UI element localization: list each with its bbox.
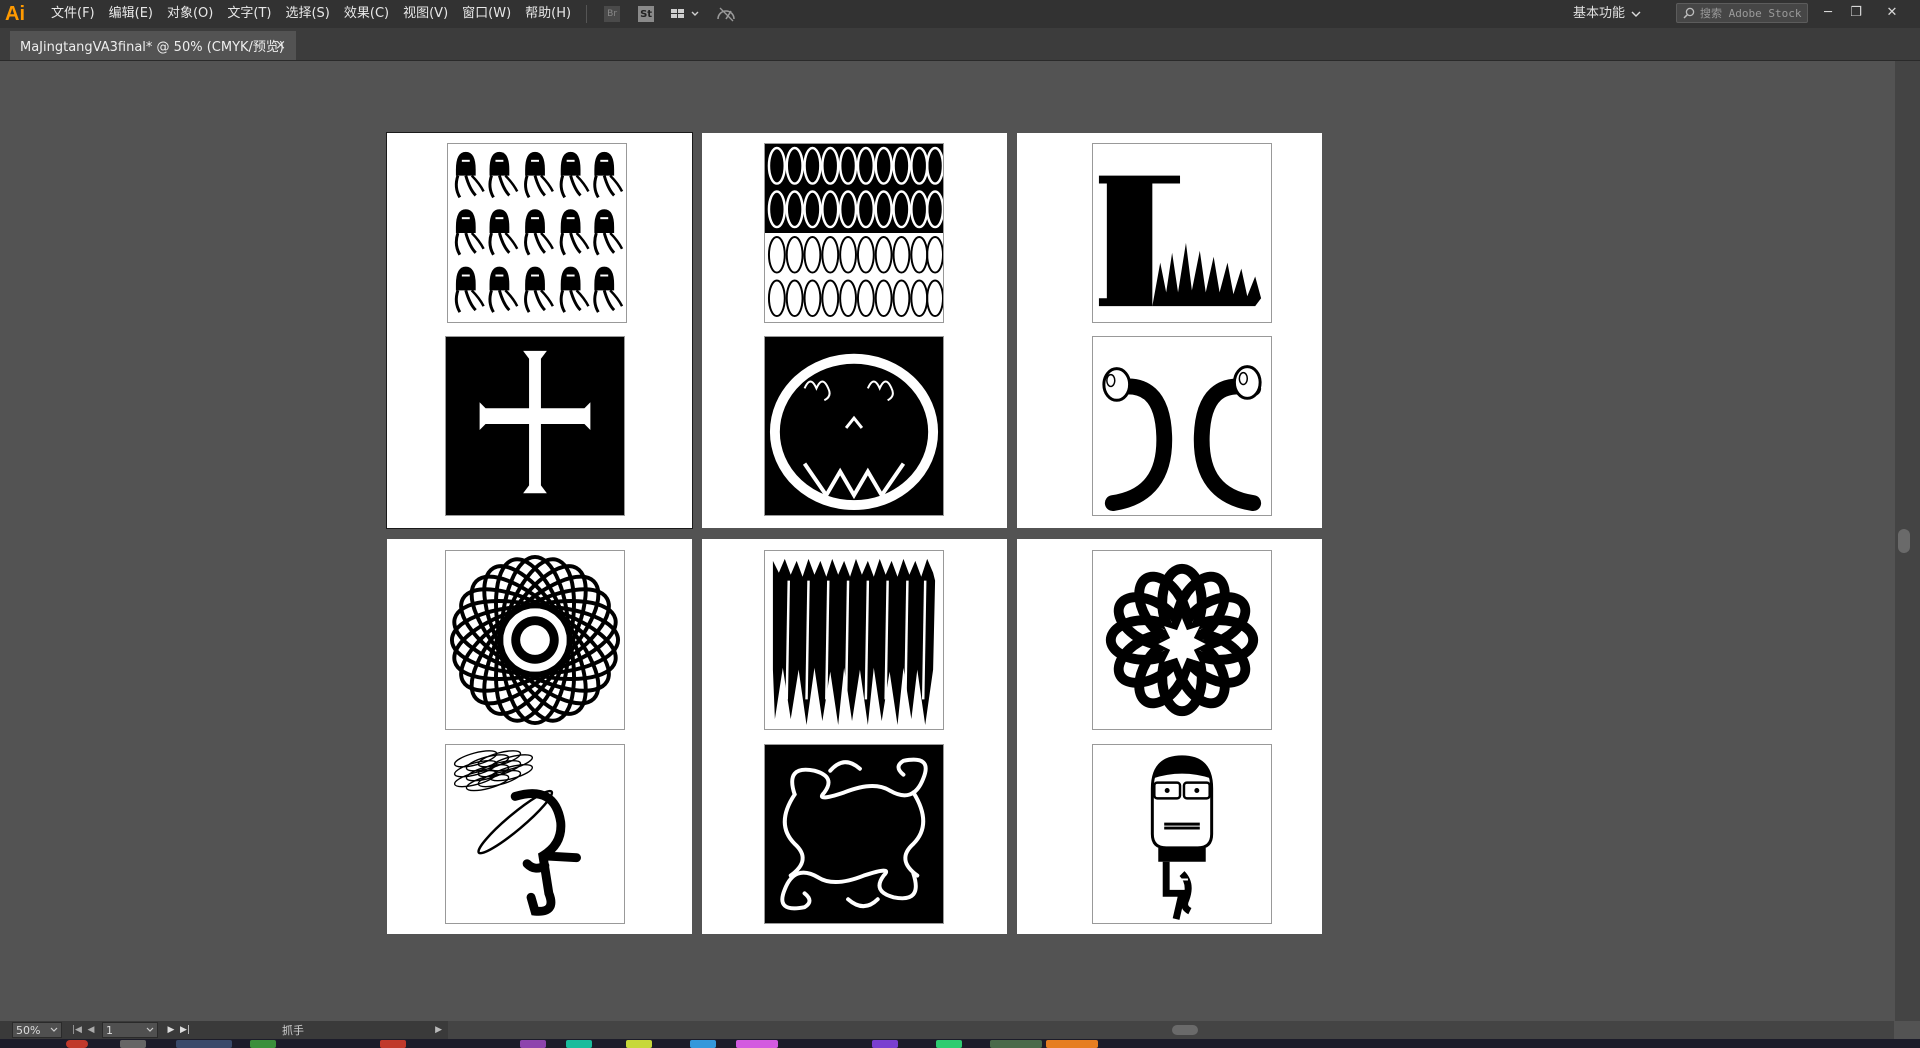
close-window-button[interactable]: ✕ xyxy=(1878,0,1906,24)
tile-zigzag-pattern xyxy=(764,550,944,730)
menu-effect[interactable]: 效果(C) xyxy=(337,0,396,28)
status-bar: 50% |◀ ◀ 1 ▶ ▶| 抓手 ▶ xyxy=(0,1021,448,1039)
artboard-4[interactable] xyxy=(387,539,692,934)
menu-help[interactable]: 帮助(H) xyxy=(518,0,578,28)
tile-petal-wheel xyxy=(1092,550,1272,730)
taskbar-app-icon[interactable] xyxy=(120,1040,146,1048)
artboard-6[interactable] xyxy=(1017,539,1322,934)
horizontal-scrollbar[interactable] xyxy=(448,1021,1894,1039)
app-logo: Ai xyxy=(5,2,25,25)
taskbar-app-icon[interactable] xyxy=(990,1040,1042,1048)
tile-scribble-figure xyxy=(445,744,625,924)
search-placeholder: 搜索 Adobe Stock xyxy=(1700,7,1802,20)
previous-artboard-button[interactable]: ◀ xyxy=(84,1025,98,1035)
tile-l-w-glyph xyxy=(1092,143,1272,323)
menu-select[interactable]: 选择(S) xyxy=(278,0,336,28)
workspace-switcher[interactable]: 基本功能 xyxy=(1573,4,1641,24)
taskbar-app-icon[interactable] xyxy=(690,1040,716,1048)
taskbar-app-icon[interactable] xyxy=(936,1040,962,1048)
horizontal-scroll-thumb[interactable] xyxy=(1172,1025,1198,1035)
next-artboard-button[interactable]: ▶ xyxy=(164,1025,178,1035)
menu-type[interactable]: 文字(T) xyxy=(220,0,278,28)
menu-window[interactable]: 窗口(W) xyxy=(455,0,518,28)
chevron-down-icon xyxy=(146,1027,154,1032)
vertical-scroll-thumb[interactable] xyxy=(1898,529,1910,553)
taskbar-app-icon[interactable] xyxy=(66,1040,88,1048)
last-artboard-button[interactable]: ▶| xyxy=(178,1025,192,1035)
status-menu-arrow-icon[interactable]: ▶ xyxy=(435,1025,442,1035)
taskbar-app-icon[interactable] xyxy=(176,1040,232,1048)
artboard-5[interactable] xyxy=(702,539,1007,934)
taskbar-app-icon[interactable] xyxy=(736,1040,778,1048)
current-tool-status: 抓手 xyxy=(282,1024,304,1037)
artboard-number-select[interactable]: 1 xyxy=(102,1022,158,1038)
document-tab-title: MaJingtangVA3final* @ 50% (CMYK/预览) xyxy=(20,40,284,55)
minimize-button[interactable]: ─ xyxy=(1814,0,1842,24)
os-taskbar xyxy=(0,1039,1920,1048)
taskbar-app-icon[interactable] xyxy=(520,1040,546,1048)
zoom-level-select[interactable]: 50% xyxy=(12,1022,62,1038)
restore-button[interactable]: ❐ xyxy=(1842,0,1870,24)
artboard-number: 1 xyxy=(106,1023,113,1037)
menu-edit[interactable]: 编辑(E) xyxy=(102,0,160,28)
taskbar-app-icon[interactable] xyxy=(250,1040,276,1048)
document-tab[interactable]: MaJingtangVA3final* @ 50% (CMYK/预览) × xyxy=(10,31,296,60)
document-tab-bar: MaJingtangVA3final* @ 50% (CMYK/预览) × xyxy=(0,28,1920,61)
taskbar-illustrator-icon[interactable] xyxy=(1046,1040,1098,1048)
gpu-performance-icon[interactable] xyxy=(715,3,737,25)
menu-divider xyxy=(586,5,588,23)
menu-object[interactable]: 对象(O) xyxy=(160,0,220,28)
tile-frog-c-glyph xyxy=(1092,336,1272,516)
arrange-documents-icon[interactable] xyxy=(669,3,703,25)
artboard-3[interactable] xyxy=(1017,133,1322,528)
stock-search-input[interactable]: 搜索 Adobe Stock xyxy=(1676,3,1808,23)
taskbar-app-icon[interactable] xyxy=(380,1040,406,1048)
menu-file[interactable]: 文件(F) xyxy=(44,0,102,28)
tile-face-glyph xyxy=(764,336,944,516)
bridge-icon[interactable]: Br xyxy=(601,3,623,25)
stock-icon[interactable]: St xyxy=(635,3,657,25)
chevron-down-icon xyxy=(50,1027,58,1032)
search-icon xyxy=(1683,7,1695,19)
taskbar-app-icon[interactable] xyxy=(626,1040,652,1048)
tile-glasses-figure xyxy=(1092,744,1272,924)
first-artboard-button[interactable]: |◀ xyxy=(70,1025,84,1035)
menu-view[interactable]: 视图(V) xyxy=(396,0,455,28)
taskbar-app-icon[interactable] xyxy=(872,1040,898,1048)
canvas[interactable] xyxy=(10,61,1894,1021)
tile-cross-glyph xyxy=(445,336,625,516)
tile-squid-pattern xyxy=(447,143,627,323)
tile-spirograph xyxy=(445,550,625,730)
artboard-1[interactable] xyxy=(386,132,693,529)
tile-curl-frame xyxy=(764,744,944,924)
taskbar-app-icon[interactable] xyxy=(566,1040,592,1048)
close-tab-button[interactable]: × xyxy=(275,38,286,53)
zoom-value: 50% xyxy=(16,1023,41,1037)
tile-loops-pattern xyxy=(764,143,944,323)
chevron-down-icon xyxy=(1631,11,1641,17)
vertical-scrollbar[interactable] xyxy=(1895,61,1920,1021)
workspace-label: 基本功能 xyxy=(1573,6,1626,21)
artboard-2[interactable] xyxy=(702,133,1007,528)
